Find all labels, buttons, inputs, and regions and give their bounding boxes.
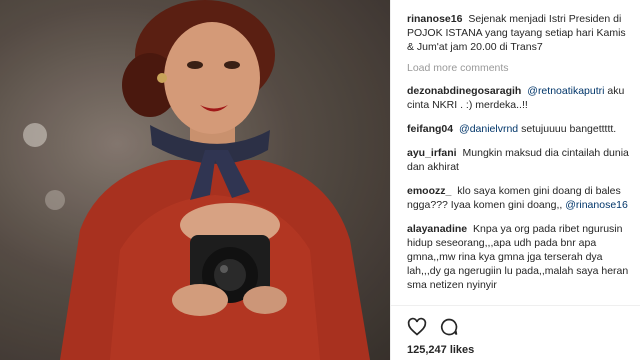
comment-item: alayanadine Knpa ya org pada ribet nguru…: [407, 222, 631, 292]
action-icons: [407, 316, 625, 338]
heart-icon[interactable]: [407, 317, 427, 337]
comment-mention[interactable]: @rinanose16: [565, 199, 628, 211]
comment-item: emoozz_ klo saya komen gini doang di bal…: [407, 184, 631, 212]
comments-panel: rinanose16 Sejenak menjadi Istri Preside…: [390, 0, 640, 360]
comment-item: feifang04 @danielvrnd setujuuuu bangettt…: [407, 122, 631, 136]
like-count[interactable]: 125,247 likes: [407, 344, 625, 356]
comment-list: rinanose16 Sejenak menjadi Istri Preside…: [391, 0, 640, 305]
load-more-comments-link[interactable]: Load more comments: [407, 62, 631, 74]
comment-item: ayu_irfani Mungkin maksud dia cintailah …: [407, 146, 631, 174]
comment-username[interactable]: alayanadine: [407, 223, 467, 235]
comment-icon[interactable]: [439, 317, 459, 337]
post-photo[interactable]: [0, 0, 390, 360]
comment-username[interactable]: ayu_irfani: [407, 147, 457, 159]
comment-username[interactable]: feifang04: [407, 123, 453, 135]
comment-username[interactable]: emoozz_: [407, 185, 451, 197]
post-actions: 125,247 likes: [391, 305, 640, 360]
comment-item: dezonabdinegosaragih @retnoatikaputri ak…: [407, 84, 631, 112]
caption-username[interactable]: rinanose16: [407, 13, 462, 25]
comment-mention[interactable]: @danielvrnd: [459, 123, 518, 135]
comment-username[interactable]: dezonabdinegosaragih: [407, 85, 521, 97]
caption: rinanose16 Sejenak menjadi Istri Preside…: [407, 12, 631, 54]
instagram-post: rinanose16 Sejenak menjadi Istri Preside…: [0, 0, 640, 360]
comment-mention[interactable]: @retnoatikaputri: [527, 85, 604, 97]
photo-illustration: [0, 0, 390, 360]
comment-text: setujuuuu bangettttt.: [521, 123, 617, 135]
